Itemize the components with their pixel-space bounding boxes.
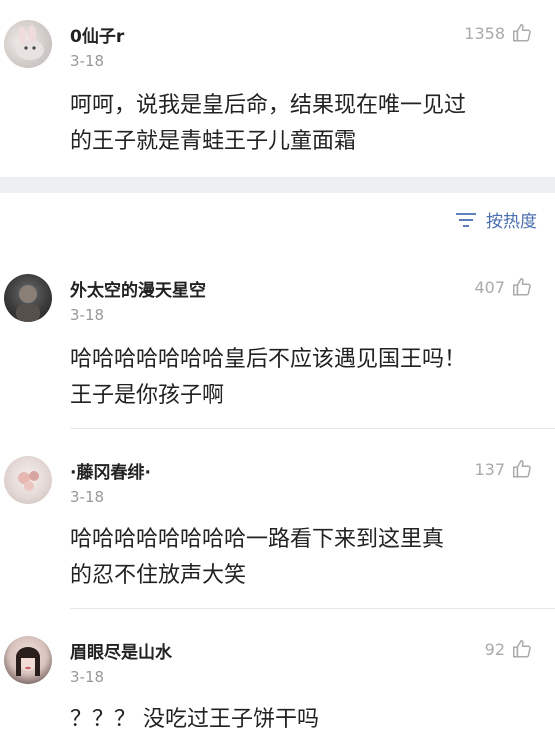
like-count: 137 — [474, 459, 505, 479]
sort-label: 按热度 — [486, 212, 537, 232]
comment-text-line: 哈哈哈哈哈哈哈皇后不应该遇见国王吗！ — [70, 347, 467, 372]
thumbs-up-icon — [513, 460, 531, 478]
like-button[interactable]: 407 — [474, 276, 533, 298]
thumbs-up-icon — [513, 24, 531, 42]
avatar[interactable] — [4, 20, 52, 68]
comment-text: 哈哈哈哈哈哈哈哈一路看下来到这里真 的忍不住放声大笑 — [70, 522, 530, 594]
comment-text: 哈哈哈哈哈哈哈皇后不应该遇见国王吗！ 王子是你孩子啊 — [70, 342, 530, 414]
divider — [70, 608, 555, 609]
like-count: 92 — [484, 639, 505, 659]
comment-text-line: ？？？ 没吃过王子饼干吗 — [70, 707, 319, 732]
sort-lines-icon — [456, 212, 476, 227]
username[interactable]: 外太空的漫天星空 — [70, 276, 206, 301]
thumbs-up-icon — [513, 278, 531, 296]
comment-date: 3-18 — [70, 668, 105, 686]
comment-date: 3-18 — [70, 488, 105, 506]
section-divider — [0, 177, 555, 193]
portrait-icon — [16, 647, 40, 676]
rabbit-icon — [16, 25, 44, 60]
comment-date: 3-18 — [70, 52, 105, 70]
comment-text-line: 呵呵，说我是皇后命，结果现在唯一见过 — [70, 93, 467, 118]
avatar[interactable] — [4, 456, 52, 504]
comment-text-line: 的王子就是青蛙王子儿童面霜 — [70, 129, 357, 154]
person-photo-icon — [16, 285, 40, 322]
comment-date: 3-18 — [70, 306, 105, 324]
comment-text-line: 哈哈哈哈哈哈哈哈一路看下来到这里真 — [70, 527, 445, 552]
like-count: 1358 — [464, 23, 505, 43]
comment-text-line: 王子是你孩子啊 — [70, 383, 225, 408]
username[interactable]: 0仙子r — [70, 22, 124, 47]
like-count: 407 — [474, 277, 505, 297]
comment-text-line: 的忍不住放声大笑 — [70, 563, 247, 588]
avatar[interactable] — [4, 636, 52, 684]
username[interactable]: 眉眼尽是山水 — [70, 638, 172, 663]
comment-text: ？？？ 没吃过王子饼干吗 — [70, 702, 530, 738]
comment-text: 呵呵，说我是皇后命，结果现在唯一见过 的王子就是青蛙王子儿童面霜 — [70, 88, 530, 160]
username[interactable]: ·藤冈春绯· — [70, 458, 151, 483]
sort-by-hot-button[interactable]: 按热度 — [454, 207, 537, 232]
like-button[interactable]: 1358 — [464, 22, 533, 44]
divider — [70, 428, 555, 429]
like-button[interactable]: 137 — [474, 458, 533, 480]
thumbs-up-icon — [513, 640, 531, 658]
like-button[interactable]: 92 — [485, 638, 533, 660]
flower-icon — [18, 471, 39, 491]
avatar[interactable] — [4, 274, 52, 322]
